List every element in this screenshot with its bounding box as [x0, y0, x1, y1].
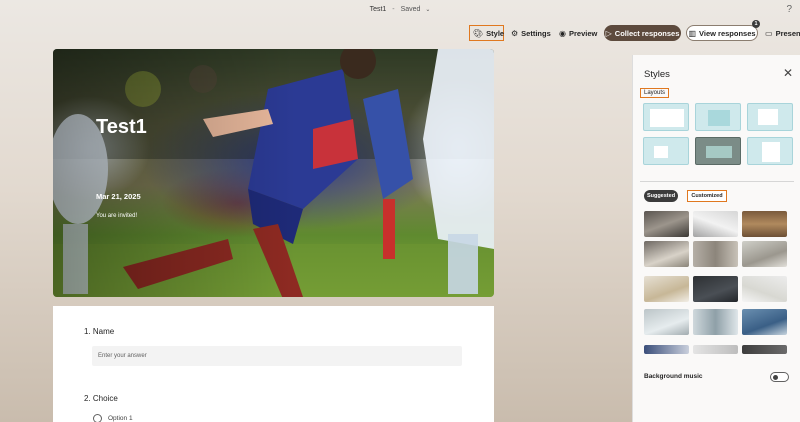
top-bar: Test1 - Saved ⌄ ? 🎨︎ Style ⚙ Settings ◉ … [0, 0, 800, 48]
collect-responses-label: Collect responses [614, 28, 680, 38]
layout-option-2[interactable] [695, 103, 741, 131]
chart-icon: ▥ [688, 28, 696, 38]
title-separator: - [392, 6, 395, 13]
background-thumbnail[interactable] [693, 241, 738, 267]
present-button-label: Present [775, 28, 800, 38]
styles-panel-title: Styles [644, 69, 670, 80]
styles-panel: Styles ✕ Layouts Suggested Customized Ba… [632, 55, 800, 422]
settings-button-label: Settings [521, 28, 551, 38]
send-icon: ▷ [605, 28, 612, 38]
style-button-label: Style [486, 28, 505, 38]
background-thumbnail[interactable] [644, 345, 689, 354]
background-thumbnail[interactable] [693, 345, 738, 354]
doc-name: Test1 [369, 6, 387, 13]
responses-count-badge: 1 [752, 20, 760, 28]
background-thumbnail[interactable] [742, 241, 787, 267]
background-thumbnail[interactable] [644, 211, 689, 237]
form-hero-banner[interactable]: Test1 Mar 21, 2025 You are invited! [53, 49, 494, 297]
toggle-knob [773, 375, 778, 380]
close-icon[interactable]: ✕ [783, 66, 793, 80]
soccer-players-photo [53, 49, 494, 297]
form-title[interactable]: Test1 [96, 116, 147, 139]
choice-option[interactable]: Option 1 [93, 414, 133, 422]
tab-customized[interactable]: Customized [687, 190, 727, 202]
eye-icon: ◉ [559, 28, 566, 38]
view-responses-label: View responses [699, 28, 756, 38]
background-thumbnail[interactable] [742, 345, 787, 354]
panel-divider [640, 181, 794, 182]
question-2-label: 2. Choice [84, 394, 118, 403]
layout-option-6[interactable] [747, 137, 793, 165]
settings-button[interactable]: ⚙ Settings [508, 25, 554, 41]
background-thumbnail[interactable] [644, 241, 689, 267]
question-1-label: 1. Name [84, 327, 115, 336]
preview-button-label: Preview [568, 28, 598, 38]
gear-icon: ⚙ [511, 28, 519, 38]
background-thumbnail[interactable] [693, 211, 738, 237]
background-thumbnail[interactable] [693, 276, 738, 302]
choice-option-label: Option 1 [108, 415, 133, 422]
background-thumbnail[interactable] [742, 309, 787, 335]
preview-button[interactable]: ◉ Preview [556, 25, 600, 41]
style-button[interactable]: 🎨︎ Style [469, 25, 504, 41]
chevron-down-icon[interactable]: ⌄ [425, 7, 430, 13]
layout-option-3[interactable] [747, 103, 793, 131]
collect-responses-button[interactable]: ▷ Collect responses [604, 25, 681, 41]
save-status: Saved [400, 6, 421, 13]
background-thumbnail[interactable] [693, 309, 738, 335]
monitor-icon: ▭ [765, 28, 773, 38]
view-responses-button[interactable]: ▥ View responses 1 [686, 20, 760, 41]
background-thumbnail[interactable] [644, 276, 689, 302]
layout-option-5[interactable] [695, 137, 741, 165]
form-date: Mar 21, 2025 [96, 192, 141, 201]
background-thumbnail[interactable] [742, 211, 787, 237]
tab-suggested[interactable]: Suggested [644, 190, 678, 202]
document-title[interactable]: Test1 - Saved ⌄ [0, 6, 800, 13]
help-icon[interactable]: ? [786, 4, 792, 15]
answer-input[interactable]: Enter your answer [92, 346, 462, 366]
layout-option-1[interactable] [643, 103, 689, 131]
layout-option-4[interactable] [643, 137, 689, 165]
layouts-label: Layouts [640, 88, 670, 98]
form-body: 1. Name Enter your answer 2. Choice Opti… [53, 306, 494, 422]
palette-icon: 🎨︎ [473, 28, 484, 38]
form-subtitle: You are invited! [96, 213, 138, 219]
present-button[interactable]: ▭ Present [762, 25, 800, 41]
background-music-toggle[interactable] [770, 372, 789, 382]
background-thumbnail[interactable] [742, 276, 787, 302]
background-thumbnail[interactable] [644, 309, 689, 335]
radio-button[interactable] [93, 414, 102, 422]
background-music-label: Background music [644, 373, 703, 380]
